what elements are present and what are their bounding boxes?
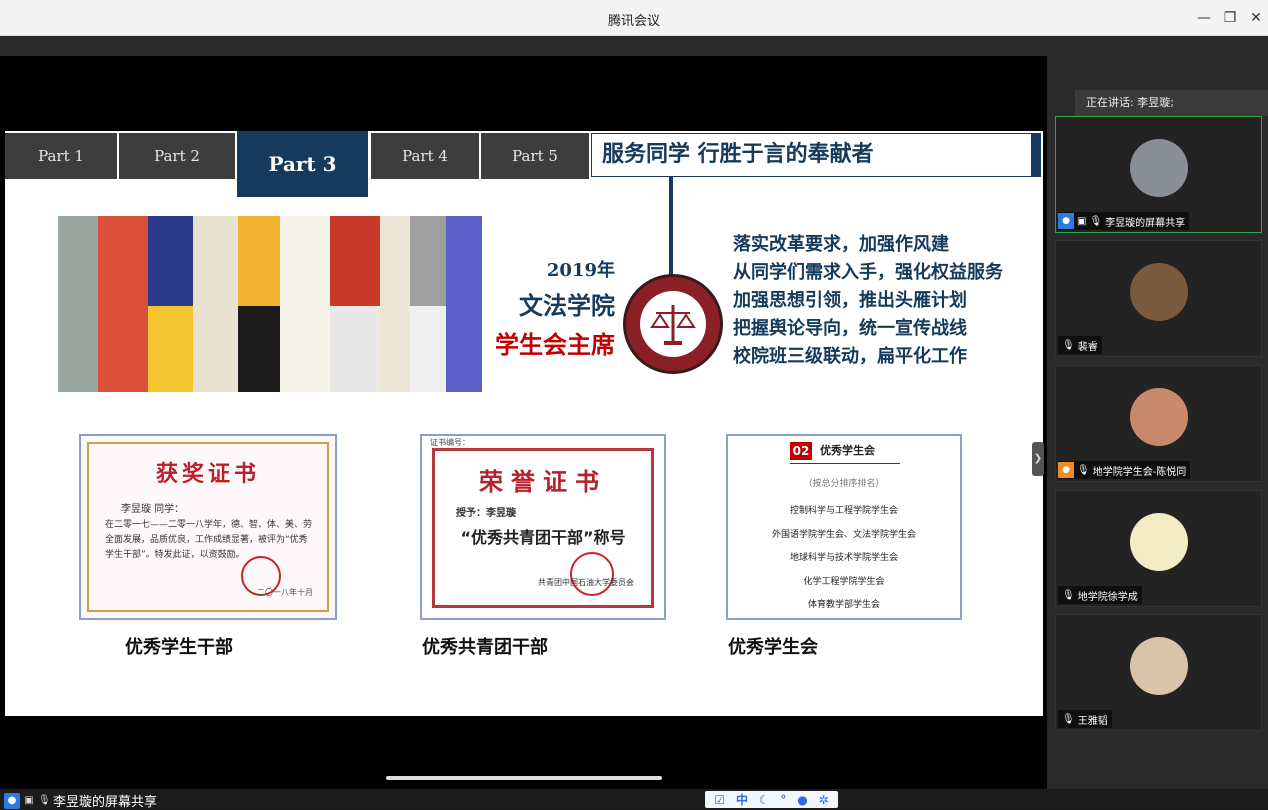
shared-screen-stage: Part 1 Part 2 Part 3 Part 4 Part 5 服务同学 …: [0, 36, 1047, 789]
participant-name: 地学院学生会-陈悦同: [1092, 466, 1187, 478]
avatar: [1130, 637, 1188, 695]
duty-item: 把握舆论导向，统一宣传战线: [733, 318, 967, 339]
microphone-icon: 🎙: [1089, 215, 1103, 227]
minimize-icon[interactable]: —: [1194, 8, 1214, 28]
certificate-number-label: 证书编号：: [430, 438, 470, 447]
participant-tile[interactable]: ● ▣ 🎙 李昱璇的屏幕共享: [1055, 116, 1262, 233]
role-text: 学生会主席: [495, 331, 615, 359]
slide-tab-part1: Part 1: [5, 133, 117, 179]
close-icon[interactable]: ✕: [1246, 8, 1266, 28]
restore-icon[interactable]: ❐: [1220, 8, 1240, 28]
duties-list: 落实改革要求，加强作风建 从同学们需求入手，强化权益服务 加强思想引领，推出头雁…: [733, 231, 1033, 371]
slide-tab-part3: Part 3: [237, 131, 368, 197]
certificate-body: 在二零一七——二零一八学年，德、智、体、美、劳全面发展，品质优良，工作成绩显著，…: [105, 520, 313, 560]
avatar: [1130, 388, 1188, 446]
slide-tabbar: Part 1 Part 2 Part 3 Part 4 Part 5 服务同学 …: [5, 131, 1043, 197]
certificate-award: 获奖证书 李昱璇 同学： 在二零一七——二零一八学年，德、智、体、美、劳全面发展…: [79, 434, 337, 620]
avatar: [1130, 139, 1188, 197]
participant-tile[interactable]: 🎙 王雅韬: [1055, 614, 1262, 731]
certificate-recipient: 李昱璇 同学：: [121, 504, 185, 515]
participant-name: 李昱璇的屏幕共享: [1105, 217, 1186, 229]
participant-tile[interactable]: ● 🎙 地学院学生会-陈悦同: [1055, 365, 1262, 482]
horizontal-scrollbar[interactable]: [386, 776, 662, 780]
duty-item: 落实改革要求，加强作风建: [733, 234, 949, 255]
microphone-muted-icon: 🎙: [1062, 713, 1075, 725]
certificate-org: 共青团中国石油大学委员会: [538, 578, 634, 587]
union-list: 控制科学与工程学院学生会 外国语学院学生会、文法学院学生会 地球科学与技术学院学…: [728, 500, 960, 618]
college-emblem-logo: [623, 274, 723, 374]
connector-line: [669, 177, 673, 277]
participant-tile[interactable]: 🎙 裴睿: [1055, 240, 1262, 357]
avatar: [1130, 513, 1188, 571]
divider: [790, 463, 900, 464]
certificate-title: 获奖证书: [155, 462, 260, 487]
list-item: 地球科学与技术学院学生会: [789, 553, 898, 563]
certificate-date: 二〇一八年十月: [257, 588, 313, 597]
slide-tab-part4: Part 4: [371, 133, 479, 179]
screen-share-icon: ▣: [24, 794, 34, 806]
slide-tab-part2: Part 2: [119, 133, 235, 179]
participant-name: 裴睿: [1077, 341, 1098, 353]
list-title: 优秀学生会: [820, 444, 875, 457]
duty-item: 校院班三级联动，扁平化工作: [733, 346, 967, 367]
participant-label: 🎙 裴睿: [1058, 336, 1102, 354]
scales-icon: [640, 291, 706, 357]
microphone-muted-icon: 🎙: [1077, 464, 1090, 476]
microphone-muted-icon: 🎙: [1062, 589, 1075, 601]
caption-excellent-cadre: 优秀学生干部: [125, 637, 233, 658]
year-text: 2019年: [546, 260, 615, 281]
college-text: 文法学院: [519, 292, 615, 320]
list-item: 控制科学与工程学院学生会: [789, 506, 898, 516]
poster-collage-image: [58, 216, 482, 392]
participant-name: 地学院徐学成: [1077, 591, 1138, 603]
participant-label: 🎙 王雅韬: [1058, 710, 1112, 728]
participant-label: ● ▣ 🎙 李昱璇的屏幕共享: [1058, 212, 1190, 230]
list-badge: 02: [790, 442, 812, 460]
year-block: 2019年 文法学院 学生会主席: [475, 256, 615, 360]
participant-label: 🎙 地学院徐学成: [1058, 586, 1142, 604]
microphone-icon: 🎙: [38, 794, 51, 806]
speaking-indicator: 正在讲话: 李昱璇;: [1075, 90, 1268, 116]
person-icon: ●: [4, 792, 20, 809]
moon-icon[interactable]: ☾: [759, 793, 770, 807]
certificate-title: 荣誉证书: [479, 468, 607, 496]
share-status: ● ▣ 🎙 李昱璇的屏幕共享: [4, 791, 157, 810]
participant-name: 王雅韬: [1077, 715, 1108, 727]
person-icon: ●: [1058, 462, 1074, 478]
list-item: 外国语学院学生会、文法学院学生会: [771, 529, 916, 540]
ime-mode[interactable]: 中: [736, 791, 748, 808]
list-subtitle: （按总分排序排名）: [803, 479, 885, 489]
status-bar: ● ▣ 🎙 李昱璇的屏幕共享 ☑ 中 ☾ ° ● ✲: [0, 789, 1268, 810]
punctuation-icon[interactable]: °: [780, 793, 786, 807]
list-item: 体育教学部学生会: [807, 600, 880, 610]
window-title: 腾讯会议: [607, 14, 660, 29]
seal-stamp-icon: [570, 552, 614, 596]
certificate-recipient: 授予：李昱璇: [456, 508, 516, 519]
ime-toolbar[interactable]: ☑ 中 ☾ ° ● ✲: [705, 791, 838, 808]
certificate-honor-title: “优秀共青团干部”称号: [460, 528, 626, 547]
user-icon[interactable]: ●: [797, 793, 807, 807]
presentation-slide: Part 1 Part 2 Part 3 Part 4 Part 5 服务同学 …: [5, 131, 1043, 716]
person-icon: ●: [1058, 213, 1074, 229]
list-item: 化学工程学院学生会: [803, 576, 885, 587]
caption-league-cadre: 优秀共青团干部: [422, 637, 548, 658]
microphone-muted-icon: 🎙: [1062, 339, 1075, 351]
certificate-union-list: 02 优秀学生会 （按总分排序排名） 控制科学与工程学院学生会 外国语学院学生会…: [726, 434, 962, 620]
avatar: [1130, 263, 1188, 321]
screen-share-icon: ▣: [1077, 215, 1087, 227]
stage-top-bar: [0, 36, 1047, 56]
checkbox-icon[interactable]: ☑: [714, 793, 725, 807]
share-label: 李昱璇的屏幕共享: [53, 795, 158, 810]
chevron-right-icon[interactable]: ❯: [1032, 442, 1044, 476]
duty-item: 从同学们需求入手，强化权益服务: [733, 262, 1003, 283]
slide-headline: 服务同学 行胜于言的奉献者: [591, 133, 1041, 177]
slide-tab-part5: Part 5: [481, 133, 589, 179]
window-titlebar: 腾讯会议 — ❐ ✕: [0, 0, 1268, 36]
certificate-honor: 证书编号： 荣誉证书 授予：李昱璇 “优秀共青团干部”称号 共青团中国石油大学委…: [420, 434, 666, 620]
gear-icon[interactable]: ✲: [819, 793, 829, 807]
participant-label: ● 🎙 地学院学生会-陈悦同: [1058, 461, 1191, 479]
duty-item: 加强思想引领，推出头雁计划: [733, 290, 967, 311]
caption-excellent-union: 优秀学生会: [728, 637, 818, 658]
participant-tile[interactable]: 🎙 地学院徐学成: [1055, 490, 1262, 607]
